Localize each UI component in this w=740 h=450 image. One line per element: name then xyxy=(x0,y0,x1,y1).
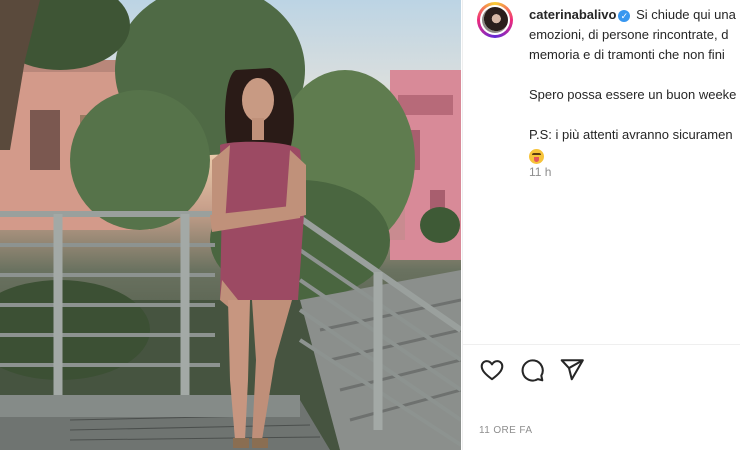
post-caption: caterinabalivo ✓ Si chiude qui una emozio… xyxy=(529,5,740,167)
caption-line-4: Spero possa essere un buon weeke xyxy=(529,87,737,102)
caption-first-line: caterinabalivo ✓ Si chiude qui una xyxy=(529,5,740,25)
avatar[interactable] xyxy=(477,2,513,38)
heart-icon xyxy=(480,360,504,381)
caption-emoji-line xyxy=(529,147,740,167)
avatar-frame xyxy=(480,5,510,35)
caption-line-2: emozioni, di persone rincontrate, d xyxy=(529,27,729,42)
like-button[interactable] xyxy=(479,357,505,383)
avatar-image xyxy=(482,7,508,33)
post-photo[interactable] xyxy=(0,0,461,450)
comment-icon xyxy=(521,359,544,382)
caption-line-5: P.S: i più attenti avranno sicuramen xyxy=(529,127,733,142)
divider xyxy=(463,344,740,345)
share-button[interactable] xyxy=(559,357,585,383)
send-icon xyxy=(560,359,584,381)
caption-age[interactable]: 11 h xyxy=(529,165,551,179)
username-link[interactable]: caterinabalivo xyxy=(529,7,616,22)
tongue-out-emoji-icon xyxy=(529,149,544,164)
caption-line-3: memoria e di tramonti che non fini xyxy=(529,47,725,62)
photo-scene xyxy=(0,0,461,450)
verified-badge-icon: ✓ xyxy=(618,10,631,22)
caption-line-1: Si chiude qui una xyxy=(636,7,736,22)
post-details-panel: caterinabalivo ✓ Si chiude qui una emozio… xyxy=(462,0,740,450)
post-timestamp[interactable]: 11 ORE FA xyxy=(479,425,532,436)
comment-button[interactable] xyxy=(519,357,545,383)
